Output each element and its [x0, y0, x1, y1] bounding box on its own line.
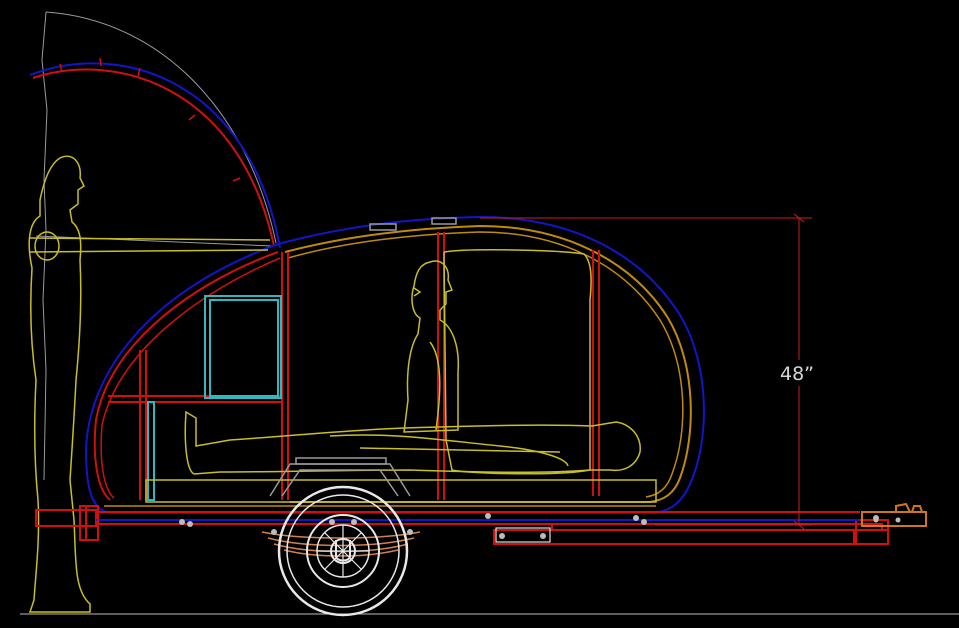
seated-person-icon	[403, 260, 460, 433]
reclining-person-icon	[184, 249, 641, 475]
shell-inner	[284, 224, 692, 503]
height-dimension	[480, 213, 812, 530]
bed-platform	[145, 479, 657, 503]
cad-drawing-canvas: 48”	[0, 0, 959, 628]
interior-framing	[108, 232, 600, 500]
teardrop-trailer-side-elevation: 48”	[20, 11, 959, 617]
height-dimension-label: 48”	[780, 363, 814, 385]
chassis-frame	[35, 509, 889, 545]
open-hatch	[29, 57, 281, 249]
hatch-swing-arc	[35, 11, 277, 481]
hitch-icon	[861, 502, 927, 527]
jack-mechanism	[269, 457, 411, 497]
standing-person-icon	[28, 155, 271, 613]
